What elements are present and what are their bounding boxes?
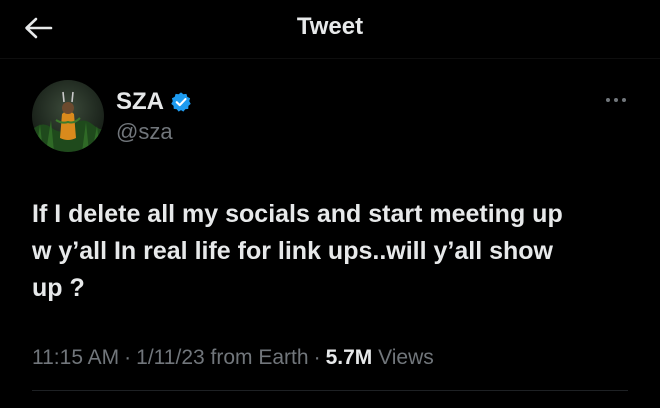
more-dots-icon <box>606 98 626 102</box>
author-name[interactable]: SZA <box>116 88 164 116</box>
meta-separator: · <box>124 346 132 369</box>
more-options-button[interactable] <box>596 90 636 110</box>
header-divider <box>0 58 660 59</box>
tweet-source: from Earth <box>210 346 309 369</box>
verified-badge-icon[interactable] <box>170 91 192 113</box>
tweet-date[interactable]: 1/11/23 <box>136 346 205 369</box>
meta-divider <box>32 390 628 391</box>
views-label: Views <box>378 346 434 369</box>
top-bar: Tweet <box>0 0 660 56</box>
author-name-row: SZA <box>116 88 192 116</box>
page-title: Tweet <box>296 13 364 40</box>
tweet-time[interactable]: 11:15 AM <box>32 346 119 369</box>
avatar-image <box>32 80 104 152</box>
avatar[interactable] <box>32 80 104 152</box>
tweet-meta: 11:15 AM · 1/11/23 from Earth · 5.7M Views <box>32 344 434 372</box>
views-count[interactable]: 5.7M <box>326 346 373 369</box>
author-handle[interactable]: @sza <box>116 118 173 146</box>
tweet-text: If I delete all my socials and start mee… <box>32 200 563 302</box>
meta-separator: · <box>313 346 321 369</box>
